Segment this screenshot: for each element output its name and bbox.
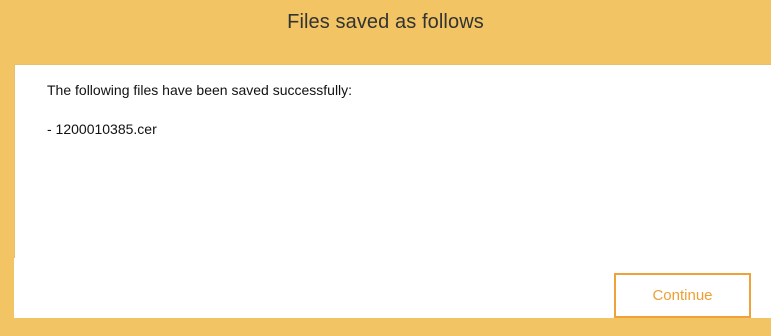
dialog-window: Files saved as follows The following fil… xyxy=(0,0,771,336)
saved-files-list: - 1200010385.cer xyxy=(47,121,157,137)
dialog-bottom-border xyxy=(0,324,771,336)
save-success-message: The following files have been saved succ… xyxy=(47,82,353,98)
dialog-title: Files saved as follows xyxy=(287,10,484,33)
dialog-title-bar: Files saved as follows xyxy=(0,0,771,44)
continue-button[interactable]: Continue xyxy=(614,273,751,318)
saved-file-item: - 1200010385.cer xyxy=(47,121,157,137)
